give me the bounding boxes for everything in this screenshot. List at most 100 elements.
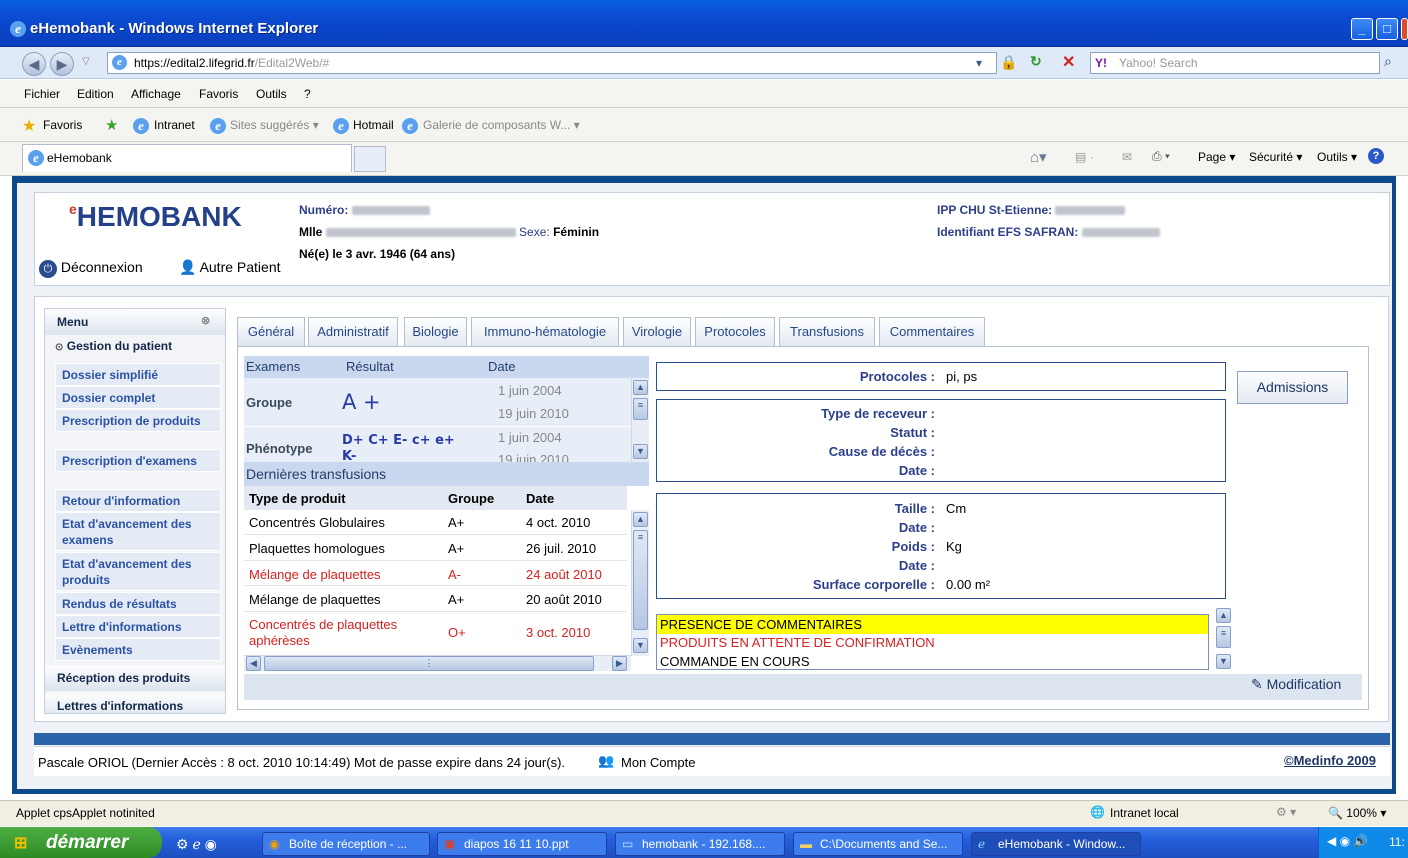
clock[interactable]: 11:: [1389, 835, 1405, 849]
protected-mode-icon[interactable]: ⚙ ▾: [1276, 805, 1296, 819]
url-dropdown-icon[interactable]: ▾: [976, 53, 982, 73]
close-button[interactable]: [1401, 18, 1408, 40]
search-icon[interactable]: ⌕: [1384, 53, 1392, 70]
tab-protocoles[interactable]: Protocoles: [695, 317, 775, 347]
zone-label[interactable]: Intranet local: [1110, 806, 1179, 820]
back-button[interactable]: ◀: [22, 52, 46, 76]
minimize-button[interactable]: _: [1351, 18, 1373, 40]
menu-lettres-informations[interactable]: Lettres d'informations: [45, 693, 225, 713]
menu-outils[interactable]: Outils: [256, 87, 287, 101]
scroll-thumb[interactable]: ≡: [1216, 626, 1231, 648]
collapse-icon[interactable]: ⊗: [201, 314, 210, 327]
menu-reception-produits[interactable]: Réception des produits: [45, 665, 225, 691]
scroll-down-icon[interactable]: ▼: [633, 638, 648, 653]
tab-immuno-hematologie[interactable]: Immuno-hématologie: [471, 317, 619, 347]
menu-prescription-produits[interactable]: Prescription de produits: [55, 409, 221, 432]
page-menu[interactable]: Page ▾: [1198, 150, 1235, 164]
mail-icon[interactable]: ✉: [1122, 150, 1132, 164]
scroll-down-icon[interactable]: ▼: [633, 444, 648, 459]
scroll-thumb[interactable]: ≡: [633, 398, 648, 420]
start-button[interactable]: ⊞ démarrer: [0, 827, 162, 858]
scroll-up-icon[interactable]: ▲: [1216, 608, 1231, 623]
table-row[interactable]: Plaquettes homologues A+ 26 juil. 2010: [244, 535, 627, 561]
new-tab-button[interactable]: [354, 146, 386, 172]
menu-fichier[interactable]: Fichier: [24, 87, 60, 101]
scroll-up-icon[interactable]: ▲: [633, 512, 648, 527]
favoris-button[interactable]: Favoris: [43, 118, 82, 132]
menu-help[interactable]: ?: [304, 87, 311, 101]
task-powerpoint[interactable]: ▣ diapos 16 11 10.ppt: [437, 832, 607, 856]
feeds-icon[interactable]: ▤ ·: [1075, 150, 1094, 164]
task-ehemobank[interactable]: ℯ eHemobank - Window...: [971, 832, 1141, 856]
tab-transfusions[interactable]: Transfusions: [779, 317, 875, 347]
transfusions-scrollbar[interactable]: ▲ ≡ ▼: [631, 510, 649, 656]
menu-rendus-resultats[interactable]: Rendus de résultats: [55, 592, 221, 615]
scroll-right-icon[interactable]: ▶: [612, 656, 627, 671]
table-row[interactable]: Concentrés Globulaires A+ 4 oct. 2010: [244, 510, 627, 535]
exams-scrollbar[interactable]: ▲ ≡ ▼: [631, 378, 649, 462]
forward-button[interactable]: ▶: [50, 52, 74, 76]
help-icon[interactable]: ?: [1368, 148, 1384, 164]
autre-patient-button[interactable]: 👤 Autre Patient: [179, 259, 281, 276]
intranet-link[interactable]: Intranet: [154, 118, 195, 132]
tab-administratif[interactable]: Administratif: [308, 317, 398, 347]
menu-dossier-simplifie[interactable]: Dossier simplifié: [55, 363, 221, 386]
task-explorer[interactable]: ▬ C:\Documents and Se...: [793, 832, 963, 856]
scroll-up-icon[interactable]: ▲: [633, 380, 648, 395]
sites-suggeres-link[interactable]: Sites suggérés ▾: [230, 118, 319, 132]
side-menu: Menu ⊗ ⊙ Gestion du patient Dossier simpl…: [44, 308, 226, 714]
search-input[interactable]: Y! Yahoo! Search: [1090, 52, 1380, 74]
task-hemobank-remote[interactable]: ▭ hemobank - 192.168....: [615, 832, 785, 856]
add-favorite-icon[interactable]: ★: [105, 116, 118, 134]
scroll-left-icon[interactable]: ◀: [246, 656, 261, 671]
tab-commentaires[interactable]: Commentaires: [879, 317, 985, 347]
sexe-label: Sexe:: [519, 225, 550, 239]
mon-compte-link[interactable]: Mon Compte: [621, 755, 695, 770]
admissions-button[interactable]: Admissions: [1237, 371, 1348, 404]
home-icon[interactable]: ⌂▾: [1030, 148, 1047, 166]
gestion-patient-header[interactable]: ⊙ Gestion du patient: [55, 339, 172, 353]
modification-label: Modification: [1266, 676, 1342, 692]
maximize-button[interactable]: □: [1376, 18, 1398, 40]
browser-tab-ehemobank[interactable]: e eHemobank: [22, 144, 352, 172]
menu-lettre-informations[interactable]: Lettre d'informations: [55, 615, 221, 638]
menu-edition[interactable]: Edition: [77, 87, 114, 101]
table-row[interactable]: Concentrés de plaquettes aphérèses O+ 3 …: [244, 612, 627, 654]
url-input[interactable]: e https://edital2.lifegrid.fr/Edital2Web…: [107, 52, 997, 74]
scroll-thumb[interactable]: ≡: [633, 530, 648, 630]
menu-affichage[interactable]: Affichage: [131, 87, 181, 101]
menu-dossier-complet[interactable]: Dossier complet: [55, 386, 221, 409]
hotmail-link[interactable]: Hotmail: [353, 118, 394, 132]
modification-button[interactable]: ✎ Modification: [1251, 676, 1341, 693]
print-icon[interactable]: ⎙ ▾: [1152, 149, 1170, 164]
menu-prescription-examens[interactable]: Prescription d'examens: [55, 449, 221, 472]
menu-favoris[interactable]: Favoris: [199, 87, 238, 101]
table-row[interactable]: Mélange de plaquettes A+ 20 août 2010: [244, 586, 627, 612]
scroll-down-icon[interactable]: ▼: [1216, 654, 1231, 669]
menu-retour-information[interactable]: Retour d'information: [55, 489, 221, 512]
horizontal-scrollbar[interactable]: ◀ ⋮ ▶: [244, 655, 631, 671]
stop-icon[interactable]: ✕: [1062, 52, 1075, 72]
efs-row: Identifiant EFS SAFRAN:: [937, 225, 1160, 239]
securite-menu[interactable]: Sécurité ▾: [1249, 150, 1302, 164]
galerie-link[interactable]: Galerie de composants W... ▾: [423, 118, 580, 132]
menu-avancement-produits[interactable]: Etat d'avancement des produits: [55, 552, 221, 591]
comments-scrollbar[interactable]: ▲ ≡ ▼: [1214, 608, 1234, 672]
history-dropdown-icon[interactable]: ▽: [82, 56, 90, 67]
refresh-icon[interactable]: ↻: [1030, 53, 1042, 70]
lock-icon[interactable]: 🔒: [1000, 54, 1017, 71]
tab-biologie[interactable]: Biologie: [404, 317, 467, 347]
tab-general[interactable]: Général: [237, 317, 305, 347]
menu-evenements[interactable]: Evènements: [55, 638, 221, 661]
menu-avancement-examens[interactable]: Etat d'avancement des examens: [55, 512, 221, 551]
tab-virologie[interactable]: Virologie: [623, 317, 691, 347]
outils-menu[interactable]: Outils ▾: [1317, 150, 1357, 164]
quicklaunch-icons[interactable]: ⚙ ℯ ◉: [176, 836, 217, 853]
zoom-control[interactable]: 🔍 100% ▾: [1328, 806, 1386, 820]
table-row[interactable]: Mélange de plaquettes A- 24 août 2010: [244, 561, 627, 586]
tray-icons[interactable]: ◀ ◉ 🔊: [1327, 834, 1368, 848]
task-inbox[interactable]: ◉ Boîte de réception - ...: [262, 832, 430, 856]
hscroll-thumb[interactable]: ⋮: [264, 656, 594, 671]
deconnexion-button[interactable]: ⏻ Déconnexion: [39, 259, 143, 278]
copyright-link[interactable]: ©Medinfo 2009: [1284, 753, 1376, 768]
